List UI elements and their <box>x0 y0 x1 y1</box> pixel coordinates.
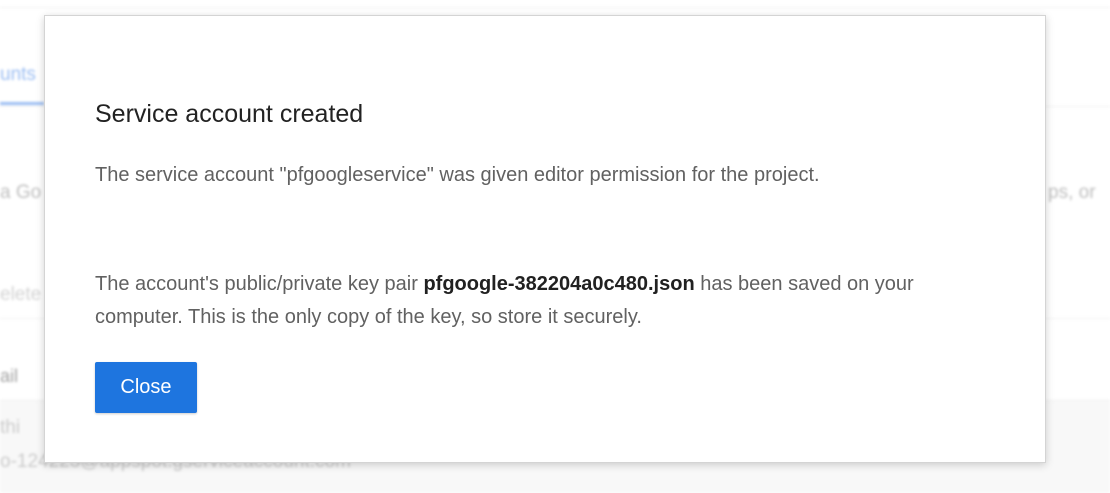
key-filename: pfgoogle-382204a0c480.json <box>423 273 695 295</box>
background-description-left: a Go <box>0 182 42 203</box>
service-account-created-dialog: Service account created The service acco… <box>44 15 1046 463</box>
delete-button[interactable]: elete <box>0 284 41 306</box>
table-row-name: thi <box>0 417 21 438</box>
top-divider <box>0 7 1110 8</box>
dialog-key-message: The account's public/private key pair pf… <box>95 268 975 334</box>
tab-service-accounts[interactable]: unts <box>0 64 36 86</box>
active-tab-indicator <box>0 102 44 105</box>
close-button[interactable]: Close <box>95 362 197 413</box>
dialog-title: Service account created <box>95 100 364 128</box>
background-description-right: ps, or <box>1048 182 1096 203</box>
key-message-prefix: The account's public/private key pair <box>95 273 424 295</box>
email-column-header: ail <box>0 366 19 386</box>
dialog-permission-message: The service account "pfgoogleservice" wa… <box>95 164 820 186</box>
